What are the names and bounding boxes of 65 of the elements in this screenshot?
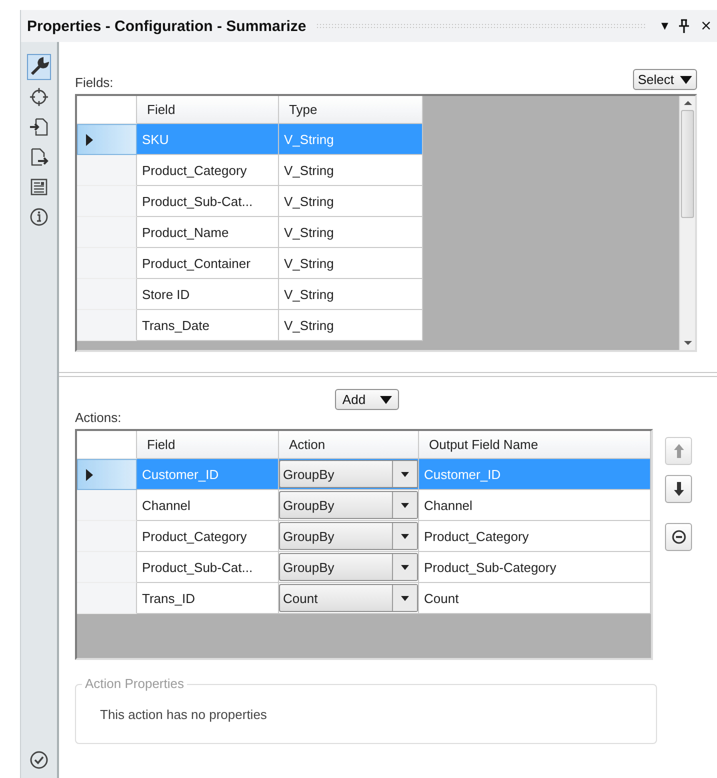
table-cell[interactable]: V_String (279, 217, 423, 248)
export-icon (29, 147, 49, 167)
crosshair-icon (29, 87, 49, 107)
column-header[interactable]: Output Field Name (419, 431, 651, 459)
scrollbar[interactable] (679, 96, 695, 350)
header-corner (77, 96, 137, 124)
group-title: Action Properties (82, 676, 187, 691)
table-cell[interactable]: V_String (279, 155, 423, 186)
table-cell[interactable]: Product_Container (137, 248, 279, 279)
action-dropdown[interactable]: GroupBy (279, 522, 418, 550)
column-header[interactable]: Action (279, 431, 419, 459)
minus-circle-icon (672, 529, 686, 545)
info-icon (29, 207, 49, 227)
table-cell[interactable]: Channel (137, 490, 279, 521)
import-icon (29, 117, 49, 137)
properties-message: This action has no properties (100, 707, 267, 722)
table-cell[interactable]: Product_Name (137, 217, 279, 248)
scroll-up-icon[interactable] (684, 101, 692, 105)
table-cell[interactable]: V_String (279, 186, 423, 217)
row-header[interactable] (77, 124, 137, 155)
header-corner (77, 431, 137, 459)
row-pointer-icon (86, 468, 93, 480)
table-cell[interactable]: Product_Sub-Cat... (137, 552, 279, 583)
table-cell[interactable]: V_String (279, 248, 423, 279)
down-arrow-icon (672, 481, 686, 497)
dropdown-button[interactable]: ▾ (656, 18, 674, 34)
column-header[interactable]: Type (279, 96, 423, 124)
wrench-tab[interactable] (27, 54, 51, 80)
table-cell[interactable]: Channel (419, 490, 651, 521)
actions-label: Actions: (75, 410, 122, 425)
select-dropdown[interactable]: Select (632, 69, 697, 90)
action-dropdown[interactable]: GroupBy (279, 460, 418, 488)
row-header[interactable] (77, 459, 137, 490)
table-cell[interactable]: Product_Sub-Cat... (137, 186, 279, 217)
wrench-icon (29, 57, 49, 77)
window-title: Properties - Configuration - Summarize (27, 18, 306, 34)
document-icon (29, 177, 49, 197)
remove-button[interactable] (665, 523, 692, 551)
table-cell[interactable]: Product_Category (137, 521, 279, 552)
table-cell[interactable]: Count (419, 583, 651, 614)
column-header[interactable]: Field (137, 431, 279, 459)
table-cell[interactable]: Product_Sub-Category (419, 552, 651, 583)
up-arrow-icon (672, 443, 686, 459)
close-button[interactable]: × (695, 18, 717, 34)
move-down-button[interactable] (665, 475, 692, 503)
action-dropdown[interactable]: Count (279, 584, 418, 612)
scroll-down-icon[interactable] (684, 341, 692, 345)
check-icon[interactable] (29, 750, 49, 770)
row-pointer-icon (86, 134, 93, 146)
add-dropdown[interactable]: Add (335, 389, 399, 410)
action-dropdown[interactable]: GroupBy (279, 553, 418, 581)
table-cell[interactable]: Store ID (137, 279, 279, 310)
action-dropdown[interactable]: GroupBy (279, 491, 418, 519)
table-cell[interactable]: Product_Category (419, 521, 651, 552)
table-cell[interactable]: V_String (279, 310, 423, 341)
table-cell[interactable]: Trans_Date (137, 310, 279, 341)
column-header[interactable]: Field (137, 96, 279, 124)
caret-icon (380, 396, 392, 404)
pin-icon[interactable] (678, 19, 690, 33)
table-cell[interactable]: V_String (279, 279, 423, 310)
move-up-button[interactable] (665, 437, 692, 465)
caret-icon (680, 76, 692, 84)
table-cell[interactable]: Trans_ID (137, 583, 279, 614)
fields-label: Fields: (75, 75, 114, 90)
table-cell[interactable]: Product_Category (137, 155, 279, 186)
